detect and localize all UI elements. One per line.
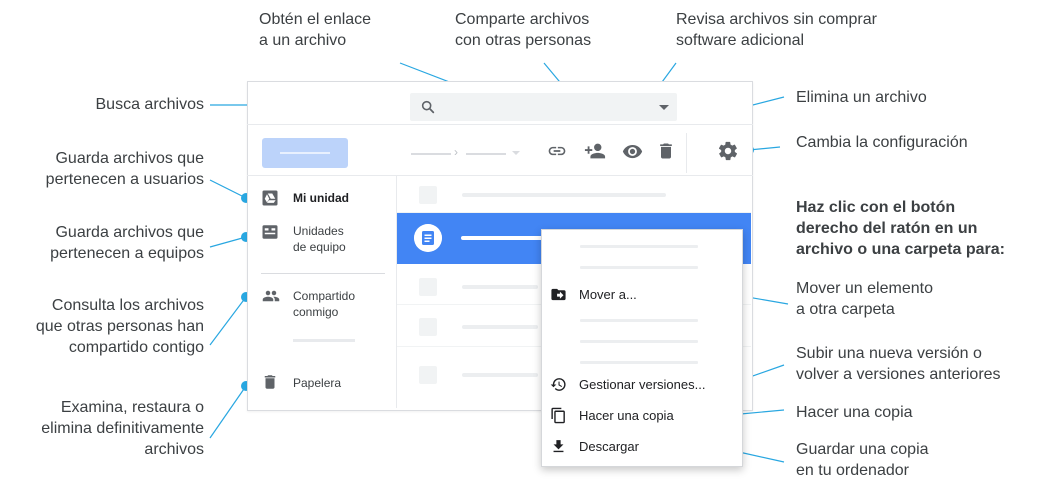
menu-placeholder-line [580, 340, 698, 343]
breadcrumb[interactable] [466, 153, 506, 155]
menu-item-move[interactable]: Mover a... [542, 281, 742, 309]
add-person-icon[interactable] [584, 140, 606, 162]
annotation-delete: Elimina un archivo [796, 89, 927, 106]
annotation-my-drive: Guarda archivos que pertenecen a usuario… [45, 150, 204, 188]
file-icon-placeholder [419, 318, 437, 336]
sidebar-item-label: Papelera [293, 376, 342, 390]
annotation-download: Guardar una copia en tu ordenador [796, 441, 929, 479]
annotation-share: Comparte archivos con otras personas [455, 11, 592, 49]
file-icon-placeholder [419, 278, 437, 296]
search-icon [421, 100, 435, 114]
annotation-preview: Revisa archivos sin comprar software adi… [676, 11, 877, 49]
annotation-copy: Hacer una copia [796, 404, 913, 421]
annotation-team-drives: Guarda archivos que pertenecen a equipos [50, 224, 204, 262]
menu-placeholder-line [580, 245, 698, 248]
menu-placeholder-line [580, 361, 698, 364]
annotation-shared: Consulta los archivos que otras personas… [35, 297, 204, 356]
menu-item-label: Hacer una copia [579, 408, 674, 423]
breadcrumb[interactable] [411, 153, 451, 155]
team-drive-icon [262, 225, 278, 239]
context-menu: Mover a... Gestionar versiones... Hacer … [541, 229, 743, 467]
download-icon [553, 440, 564, 453]
menu-item-make-copy[interactable]: Hacer una copia [542, 402, 742, 430]
sidebar-item-shared-with-me[interactable]: Compartido conmigo [258, 286, 388, 346]
folder-move-icon [551, 288, 566, 301]
sidebar-item-label: Mi unidad [293, 191, 349, 205]
file-icon-placeholder [419, 186, 437, 204]
menu-placeholder-line [580, 266, 698, 269]
chevron-down-icon[interactable] [659, 105, 669, 110]
file-icon-placeholder [419, 366, 437, 384]
gear-icon[interactable] [717, 140, 739, 162]
menu-item-label: Gestionar versiones... [579, 377, 706, 392]
sidebar-item-my-drive[interactable]: Mi unidad [258, 187, 388, 209]
divider [247, 124, 753, 125]
search-input[interactable] [410, 93, 677, 121]
annotation-search: Busca archivos [95, 96, 205, 113]
menu-item-download[interactable]: Descargar [542, 433, 742, 461]
divider [686, 133, 687, 173]
placeholder-bar [293, 339, 355, 342]
annotation-settings: Cambia la configuración [796, 134, 968, 151]
doc-icon [414, 224, 442, 252]
sidebar-item-label: Compartido conmigo [293, 289, 356, 319]
trash-icon [264, 375, 276, 389]
annotation-versions: Subir una nueva versión o volver a versi… [796, 345, 1001, 383]
sidebar-item-trash[interactable]: Papelera [258, 372, 388, 394]
menu-item-label: Descargar [579, 439, 639, 454]
menu-item-label: Mover a... [579, 287, 637, 302]
menu-item-manage-versions[interactable]: Gestionar versiones... [542, 371, 742, 399]
annotation-trash: Examina, restaura o elimina definitivame… [41, 399, 204, 458]
drive-icon [262, 190, 278, 206]
sidebar-item-label: Unidades de equipo [293, 224, 346, 254]
trash-icon[interactable] [656, 140, 676, 162]
chevron-down-icon [512, 151, 520, 155]
annotation-move: Mover un elemento a otra carpeta [796, 280, 933, 318]
link-icon[interactable] [547, 141, 567, 161]
file-name-placeholder[interactable] [462, 373, 538, 377]
sidebar-item-team-drives[interactable]: Unidades de equipo [258, 221, 388, 261]
menu-placeholder-line [580, 319, 698, 322]
file-name-placeholder[interactable] [462, 193, 666, 197]
annotation-get-link: Obtén el enlace a un archivo [259, 11, 372, 49]
new-button[interactable] [262, 138, 348, 168]
divider [396, 176, 397, 408]
history-icon [550, 378, 566, 391]
file-name-placeholder[interactable] [462, 325, 538, 329]
new-button-placeholder [280, 152, 330, 154]
copy-icon [551, 407, 565, 424]
eye-icon[interactable] [622, 141, 643, 162]
annotation-right-click-heading: Haz clic con el botón derecho del ratón … [796, 199, 1005, 258]
divider [261, 273, 385, 274]
divider [247, 175, 753, 176]
chevron-right-icon: › [454, 145, 458, 159]
people-icon [262, 290, 280, 302]
file-name-placeholder[interactable] [462, 285, 538, 289]
